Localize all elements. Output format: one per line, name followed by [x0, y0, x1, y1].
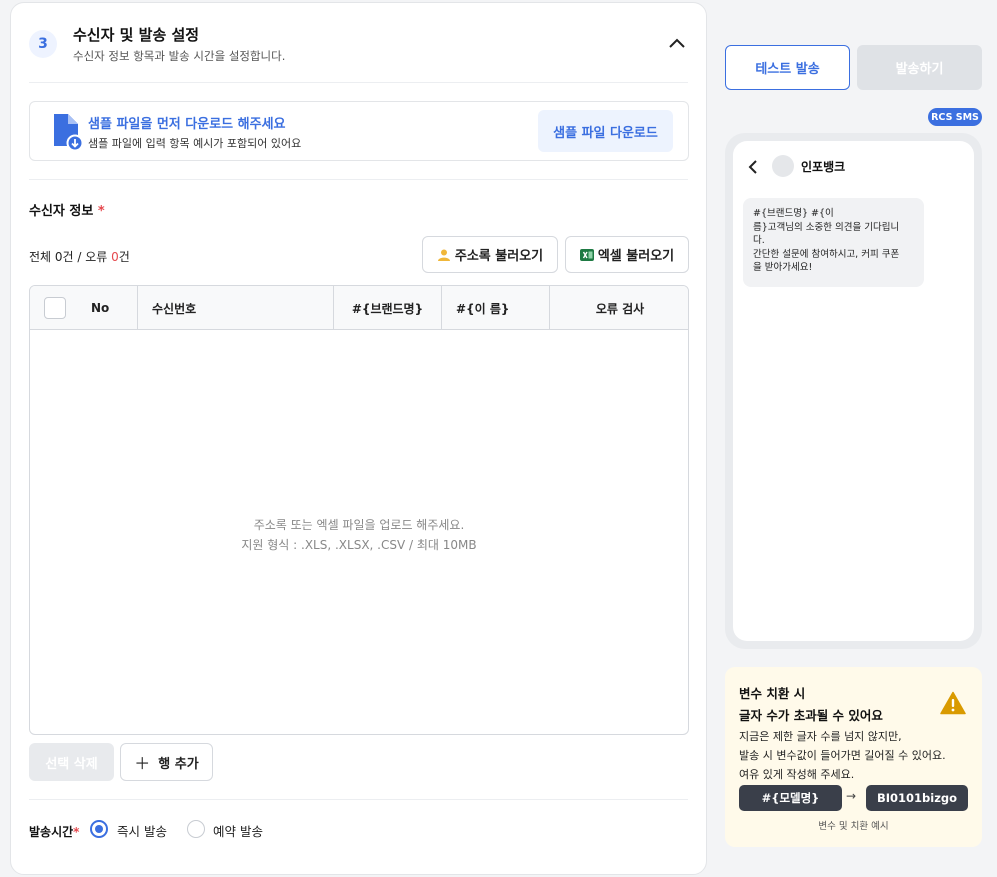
section-subtitle: 수신자 정보 항목과 발송 시간을 설정합니다. — [73, 49, 286, 63]
recipient-info-label: 수신자 정보 * — [29, 200, 105, 219]
replaced-value-chip: BI0101bizgo — [866, 785, 968, 811]
sample-download-button[interactable]: 샘플 파일 다운로드 — [538, 110, 673, 152]
excel-icon — [579, 248, 594, 261]
divider — [29, 179, 688, 180]
select-all-checkbox[interactable] — [44, 297, 66, 319]
avatar — [772, 155, 794, 177]
message-line: 다. — [753, 235, 765, 246]
recipient-settings-card: 3 수신자 및 발송 설정 수신자 정보 항목과 발송 시간을 설정합니다. 샘… — [10, 2, 707, 875]
message-line: 간단한 설문에 참여하시고, 커피 쿠폰 — [753, 248, 900, 260]
warning-title-1: 변수 치환 시 — [739, 686, 806, 701]
scheduled-send-label[interactable]: 예약 발송 — [213, 821, 263, 840]
column-phone: 수신번호 — [138, 286, 334, 330]
rcs-sms-badge: RCS SMS — [928, 108, 982, 126]
warning-line: 지금은 제한 글자 수를 넘지 않지만, — [739, 730, 902, 743]
recipient-table: No 수신번호 #{브랜드명} #{이 름} 오류 검사 주소록 또는 엑셀 파… — [29, 285, 689, 735]
test-send-button[interactable]: 테스트 발송 — [725, 45, 850, 90]
send-time-label: 발송시간* — [29, 823, 79, 840]
add-row-button[interactable]: ＋ 행 추가 — [120, 743, 213, 781]
supported-formats: 지원 형식 : .XLS, .XLSX, .CSV / 최대 10MB — [241, 538, 477, 552]
empty-message: 주소록 또는 엑셀 파일을 업로드 해주세요. — [253, 518, 465, 532]
delete-selected-button[interactable]: 선택 삭제 — [29, 743, 114, 781]
chevron-up-icon[interactable] — [666, 33, 688, 55]
send-time-text: 발송시간 — [29, 825, 74, 839]
column-no: No — [91, 301, 110, 315]
message-line: 을 받아가세요! — [753, 262, 813, 273]
example-caption: 변수 및 치환 예시 — [818, 821, 889, 832]
count-summary: 전체 0건 / 오류 0건 — [29, 248, 130, 265]
back-arrow-icon[interactable] — [747, 159, 759, 175]
excel-button-label: 엑셀 불러오기 — [597, 249, 675, 264]
total-count-text: 전체 0건 / 오류 — [29, 250, 112, 264]
required-mark: * — [97, 204, 105, 219]
recipient-info-text: 수신자 정보 — [29, 204, 94, 219]
warning-icon — [940, 691, 966, 715]
column-brand: #{브랜드명} — [334, 286, 442, 330]
section-title: 수신자 및 발송 설정 — [73, 26, 200, 44]
warning-line: 발송 시 변수값이 들어가면 길어질 수 있어요. — [739, 749, 946, 762]
table-header: No 수신번호 #{브랜드명} #{이 름} 오류 검사 — [30, 286, 688, 330]
excel-import-button[interactable]: 엑셀 불러오기 — [565, 236, 689, 273]
column-name: #{이 름} — [442, 286, 550, 330]
phone-preview: 인포뱅크 #{브랜드명} #{이 름}고객님의 소중한 의견을 기다립니 다. … — [725, 133, 982, 649]
message-bubble: #{브랜드명} #{이 름}고객님의 소중한 의견을 기다립니 다. 간단한 설… — [743, 198, 924, 287]
add-row-label: 행 추가 — [158, 756, 199, 772]
sample-subtitle: 샘플 파일에 입력 항목 예시가 포함되어 있어요 — [88, 137, 302, 150]
required-mark: * — [73, 825, 80, 839]
sender-name: 인포뱅크 — [801, 160, 846, 174]
send-button[interactable]: 발송하기 — [857, 45, 982, 90]
immediate-send-label[interactable]: 즉시 발송 — [117, 821, 167, 840]
header-checkbox-cell: No — [30, 286, 138, 330]
plus-icon: ＋ — [134, 754, 151, 773]
arrow-right-icon: → — [846, 789, 857, 803]
address-book-import-button[interactable]: 주소록 불러오기 — [422, 236, 558, 273]
message-line: 름}고객님의 소중한 의견을 기다립니 — [753, 221, 900, 233]
divider — [29, 82, 688, 83]
variable-chip: #{모델명} — [739, 785, 842, 811]
warning-body: 지금은 제한 글자 수를 넘지 않지만, 발송 시 변수값이 들어가면 길어질 … — [739, 727, 974, 784]
column-error-check: 오류 검사 — [595, 301, 645, 316]
step-badge: 3 — [29, 30, 57, 58]
phone-screen: 인포뱅크 #{브랜드명} #{이 름}고객님의 소중한 의견을 기다립니 다. … — [733, 141, 974, 641]
divider — [29, 799, 688, 800]
warning-title-2: 글자 수가 초과될 수 있어요 — [739, 708, 883, 723]
scheduled-send-radio[interactable] — [187, 820, 205, 838]
sample-download-box: 샘플 파일을 먼저 다운로드 해주세요 샘플 파일에 입력 항목 예시가 포함되… — [29, 101, 689, 161]
sample-title: 샘플 파일을 먼저 다운로드 해주세요 — [88, 117, 286, 132]
variable-warning-box: 변수 치환 시 글자 수가 초과될 수 있어요 지금은 제한 글자 수를 넘지 … — [725, 667, 982, 847]
immediate-send-radio[interactable] — [90, 820, 108, 838]
error-suffix: 건 — [118, 250, 130, 264]
address-book-icon — [437, 249, 450, 261]
error-count: 0 — [111, 250, 119, 264]
warning-line: 여유 있게 작성해 주세요. — [739, 768, 855, 781]
address-button-label: 주소록 불러오기 — [454, 249, 544, 264]
message-line: #{브랜드명} #{이 — [753, 208, 834, 219]
file-download-icon — [54, 114, 84, 152]
